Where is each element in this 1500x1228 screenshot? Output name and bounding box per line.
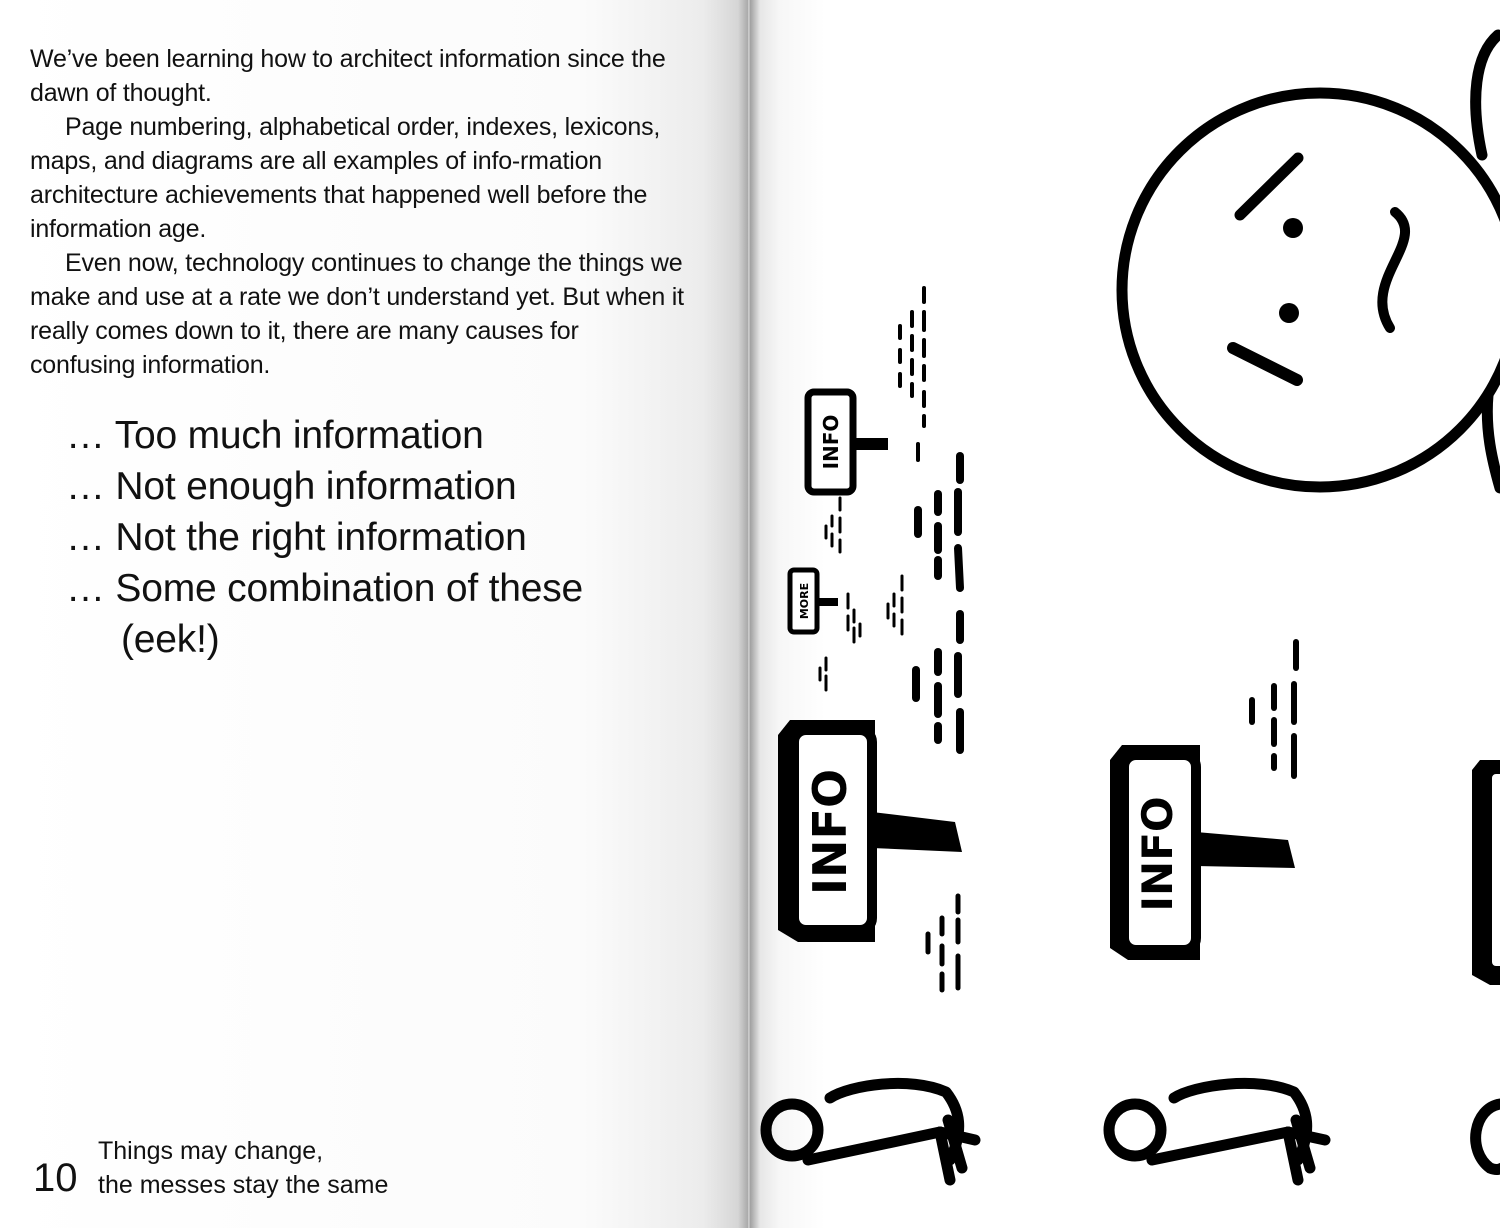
sign-label: INFO: [819, 415, 843, 470]
text-scribbles: [818, 286, 1299, 993]
book-spread: We’ve been learning how to architect inf…: [0, 0, 1500, 1228]
cause-item: … Too much information: [66, 414, 484, 457]
running-head-line: the messes stay the same: [98, 1171, 389, 1199]
cause-item: … Not enough information: [66, 465, 517, 508]
running-head-line: Things may change,: [98, 1137, 324, 1165]
page-number: 10: [33, 1156, 78, 1200]
paragraph-intro: We’ve been learning how to architect inf…: [30, 45, 666, 107]
info-sign-icon: INFO: [1110, 745, 1295, 960]
cause-item: … Some combination of these: [66, 567, 584, 610]
sign-label: INFO: [1133, 796, 1182, 911]
book-gutter: [738, 0, 760, 1228]
info-sign-icon: INFO: [778, 720, 962, 942]
sign-label: INFO: [803, 769, 857, 895]
sign-label: MORE: [798, 583, 811, 619]
person-icon: [1103, 1078, 1331, 1186]
right-page: INFO MORE INFO INFO: [750, 0, 1500, 1228]
aside-eek: (eek!): [121, 618, 220, 661]
paragraph-technology: Even now, technology continues to change…: [30, 249, 684, 379]
sad-face-icon: [1116, 29, 1500, 494]
information-mess-illustration: INFO MORE INFO INFO: [760, 29, 1500, 1186]
person-icon: [1470, 1098, 1500, 1175]
paragraph-examples: Page numbering, alphabetical order, inde…: [30, 113, 661, 243]
more-sign-icon: MORE: [787, 567, 838, 635]
left-page: We’ve been learning how to architect inf…: [0, 0, 748, 1228]
causes-list: … Too much information … Not enough info…: [66, 410, 583, 665]
person-icon: [760, 1078, 981, 1186]
running-head: Things may change, the messes stay the s…: [98, 1134, 388, 1202]
info-sign-icon: INFO: [804, 388, 888, 496]
body-text: We’ve been learning how to architect inf…: [30, 42, 690, 382]
cause-item: … Not the right information: [66, 516, 527, 559]
